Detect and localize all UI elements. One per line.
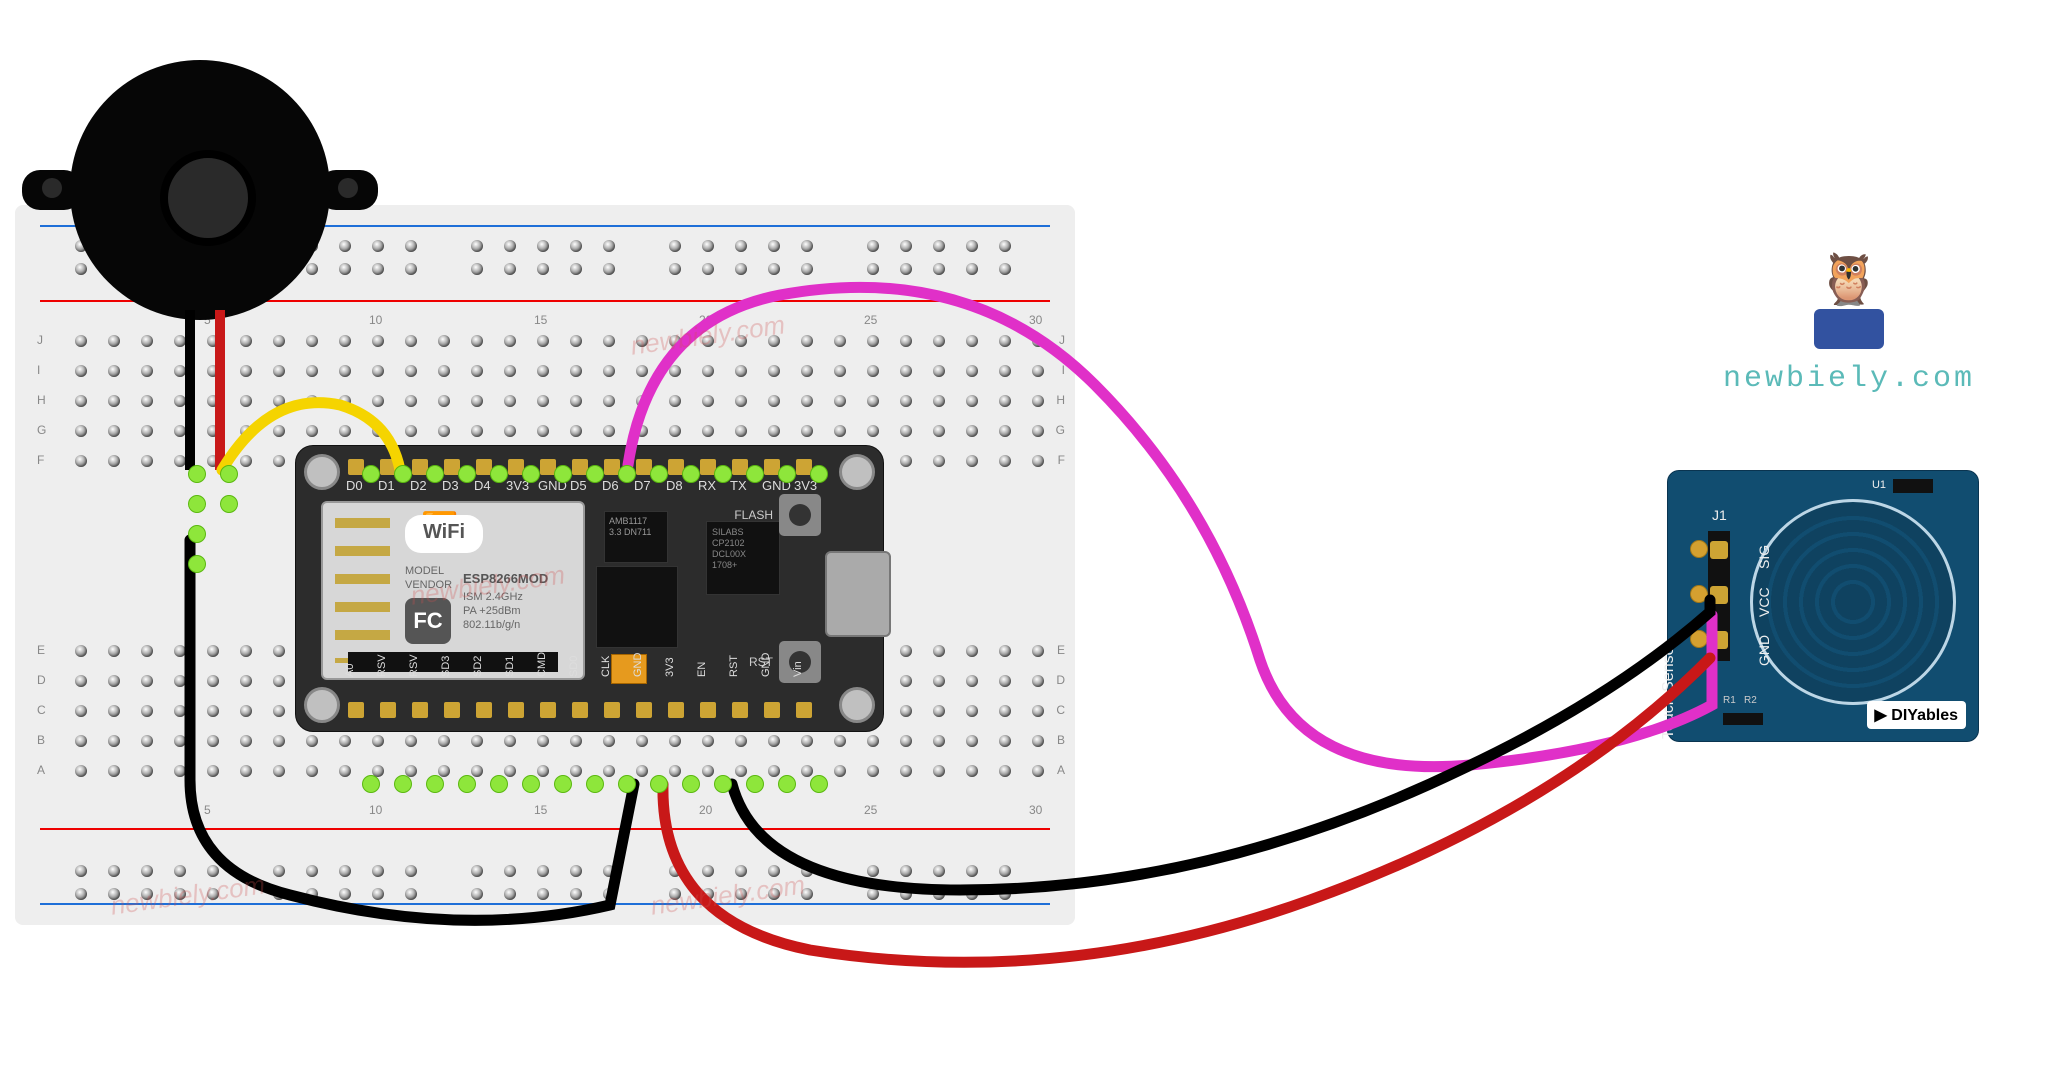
wiring-diagram: /* generated below */ 551010151520202525… xyxy=(10,10,2039,1075)
touch-pin-vcc-label: VCC xyxy=(1756,587,1772,617)
buzzer-lead-black xyxy=(185,310,195,470)
flash-button xyxy=(779,494,821,536)
micro-usb-port xyxy=(825,551,891,637)
usb-serial-chip: SILABS CP2102 DCL00X 1708+ xyxy=(706,521,780,595)
laptop-icon xyxy=(1814,309,1884,349)
touch-pin-gnd-label: GND xyxy=(1756,635,1772,666)
wifi-badge: WiFi xyxy=(405,515,483,553)
owl-icon: 🦉 xyxy=(1694,250,2004,309)
esp8266-nodemcu: 📶 WiFi MODEL VENDOR ESP8266MOD ISM 2.4GH… xyxy=(295,445,884,732)
touch-pin-sig-label: SIG xyxy=(1756,545,1772,569)
touch-ic xyxy=(1893,479,1933,493)
touch-sensor-module: SIG VCC GND J1 U1 Touch Sensor ▶ DIYable… xyxy=(1667,470,1979,742)
diyables-logo: ▶ DIYables xyxy=(1867,701,1966,729)
voltage-regulator-chip: AMB1117 3.3 DN711 xyxy=(604,511,668,563)
fc-icon: FC xyxy=(405,598,451,644)
touch-pad xyxy=(1750,499,1956,705)
touch-sensor-label: Touch Sensor xyxy=(1660,641,1678,739)
buzzer-lead-red xyxy=(215,310,225,470)
touch-sensor-header xyxy=(1708,531,1730,661)
buzzer xyxy=(70,60,330,320)
newbiely-logo: 🦉 newbiely.com xyxy=(1694,250,2004,396)
buzzer-hole-icon xyxy=(160,150,256,246)
